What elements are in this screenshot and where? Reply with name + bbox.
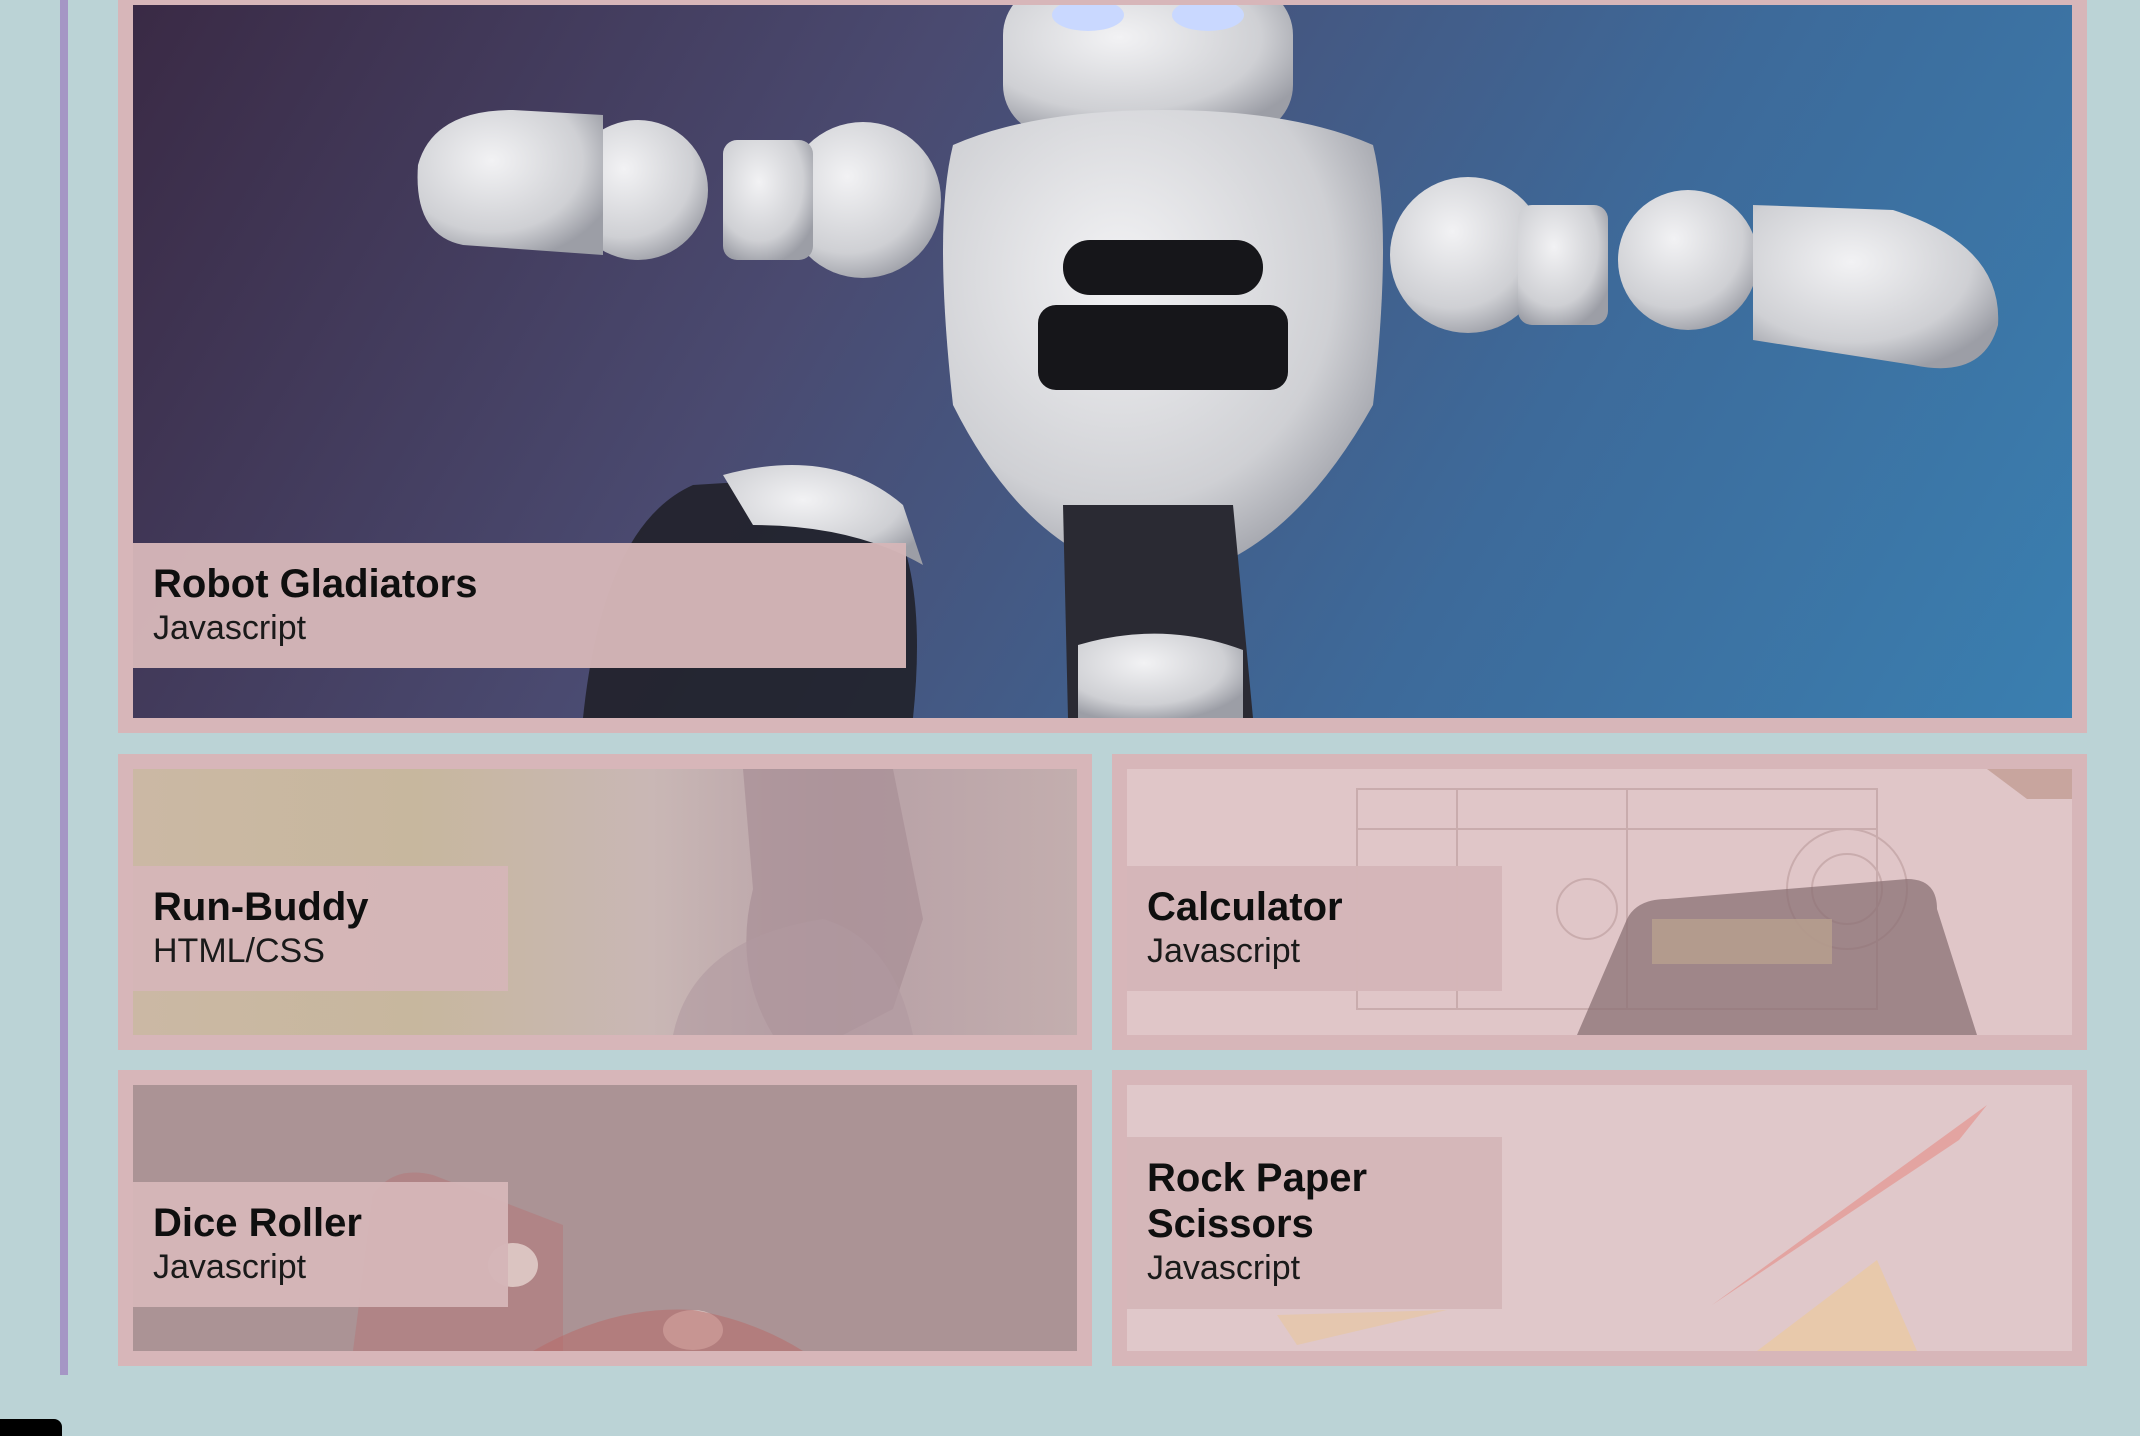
project-card-robot-gladiators[interactable]: Robot Gladiators Javascript — [118, 0, 2087, 733]
project-title: Robot Gladiators — [153, 562, 478, 606]
corner-badge — [0, 1419, 62, 1436]
project-label: Calculator Javascript — [1127, 866, 1502, 991]
project-language: Javascript — [1147, 1249, 1301, 1287]
project-card-calculator[interactable]: Calculator Javascript — [1112, 754, 2087, 1050]
project-language: Javascript — [153, 609, 307, 647]
section-accent-line — [60, 0, 68, 1375]
project-card-rock-paper-scissors[interactable]: Rock Paper Scissors Javascript — [1112, 1070, 2087, 1366]
project-label: Robot Gladiators Javascript — [133, 543, 906, 668]
project-label: Dice Roller Javascript — [133, 1182, 508, 1307]
project-title: Rock Paper Scissors — [1147, 1156, 1368, 1246]
project-title: Calculator — [1147, 885, 1343, 929]
project-image-robot: Robot Gladiators Javascript — [133, 5, 2072, 718]
project-label: Run-Buddy HTML/CSS — [133, 866, 508, 991]
project-card-dice-roller[interactable]: Dice Roller Javascript — [118, 1070, 1092, 1366]
project-image-calculator: Calculator Javascript — [1127, 769, 2072, 1035]
project-card-run-buddy[interactable]: Run-Buddy HTML/CSS — [118, 754, 1092, 1050]
project-language: Javascript — [1147, 932, 1301, 970]
project-language: HTML/CSS — [153, 932, 325, 970]
project-label: Rock Paper Scissors Javascript — [1127, 1137, 1502, 1309]
project-image-dice-roller: Dice Roller Javascript — [133, 1085, 1077, 1351]
project-language: Javascript — [153, 1248, 307, 1286]
project-title: Run-Buddy — [153, 885, 369, 929]
project-image-rock-paper-scissors: Rock Paper Scissors Javascript — [1127, 1085, 2072, 1351]
project-title: Dice Roller — [153, 1201, 362, 1245]
project-image-run-buddy: Run-Buddy HTML/CSS — [133, 769, 1077, 1035]
